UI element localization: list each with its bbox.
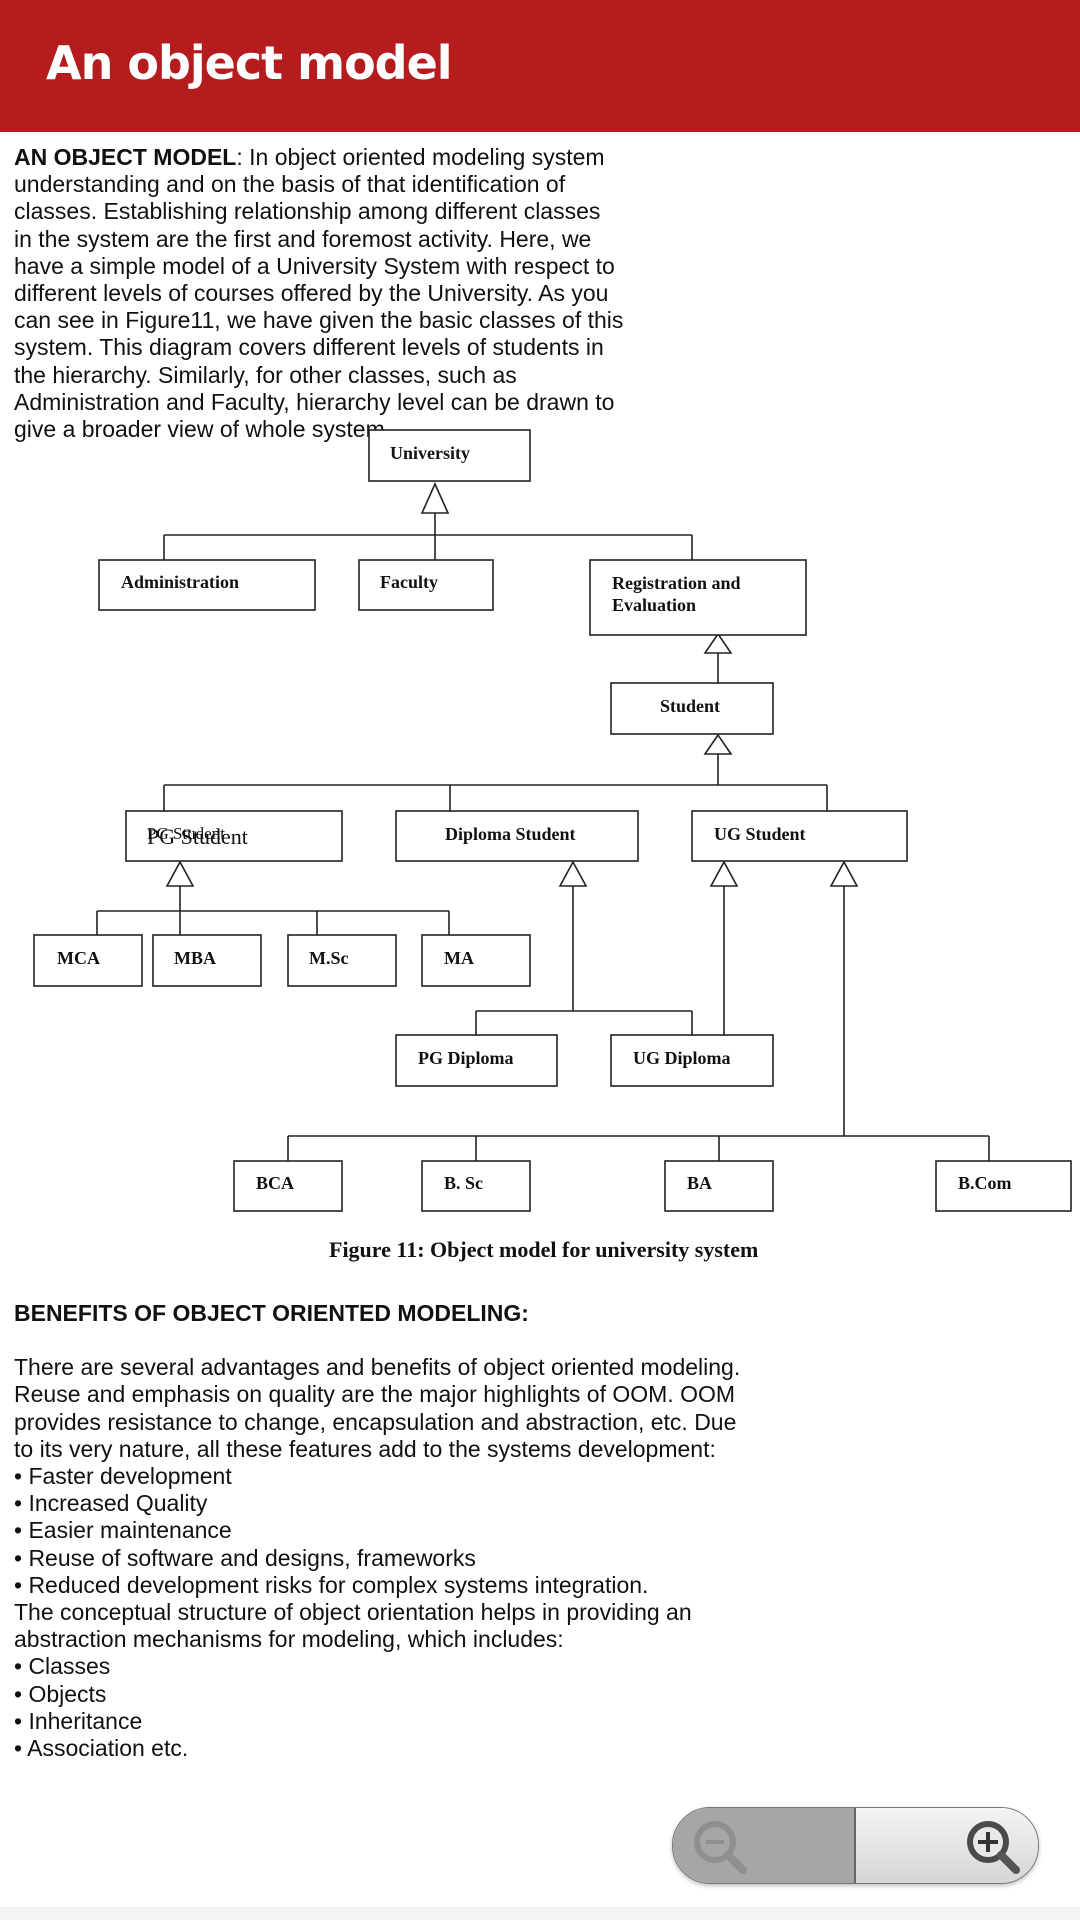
list-item: • Association etc. [14, 1735, 189, 1762]
zoom-in-button[interactable] [856, 1808, 1038, 1883]
label-administration: Administration [121, 572, 239, 592]
node-ma [421, 934, 531, 987]
label-faculty: Faculty [380, 572, 438, 592]
list-item: • Classes [14, 1653, 111, 1680]
generalization-arrow [703, 733, 733, 755]
generalization-arrow [829, 860, 859, 887]
list-item: • Reuse of software and designs, framewo… [14, 1544, 476, 1571]
figure-caption: Figure 11: Object model for university s… [329, 1237, 758, 1262]
label-university: University [390, 443, 470, 463]
zoom-in-icon [967, 1821, 1020, 1874]
generalization-arrow [165, 860, 195, 887]
generalization-arrow [703, 632, 733, 654]
label-registration-line1: Registration and [612, 573, 741, 593]
label-pg-student: PG Student [147, 824, 248, 849]
generalization-arrow [709, 860, 739, 887]
list-item: • Reduced development risks for complex … [14, 1571, 649, 1598]
label-ug-student: UG Student [714, 824, 806, 844]
node-ba [664, 1160, 774, 1212]
benefits-section: BENEFITS OF OBJECT ORIENTED MODELING: Th… [14, 1300, 1064, 1762]
label-registration-line2: Evaluation [612, 595, 696, 615]
zoom-control [672, 1807, 1039, 1884]
benefits-list: • Faster development • Increased Quality… [14, 1463, 1064, 1599]
label-ma: MA [444, 948, 474, 968]
intro-text: : In object oriented modeling system und… [14, 144, 624, 443]
list-item: • Objects [14, 1680, 107, 1707]
label-mba: MBA [174, 948, 216, 968]
abstraction-paragraph: The conceptual structure of object orien… [14, 1599, 692, 1653]
list-item: • Easier maintenance [14, 1517, 232, 1544]
generalization-arrow [558, 860, 588, 887]
label-bcom: B.Com [958, 1173, 1012, 1193]
intro-paragraph: AN OBJECT MODEL: In object oriented mode… [14, 144, 624, 443]
benefits-heading: BENEFITS OF OBJECT ORIENTED MODELING: [14, 1300, 529, 1326]
page-title: An object model [46, 36, 453, 90]
label-bca: BCA [256, 1173, 294, 1193]
app-header: An object model [0, 0, 1080, 132]
label-diploma-student: Diploma Student [445, 824, 576, 844]
list-item: • Inheritance [14, 1707, 143, 1734]
zoom-out-button[interactable] [673, 1808, 856, 1883]
object-model-diagram: University Administration Faculty Regist… [0, 400, 1080, 1280]
abstraction-list: • Classes • Objects • Inheritance • Asso… [14, 1653, 1064, 1762]
label-student: Student [660, 696, 720, 716]
intro-label: AN OBJECT MODEL [14, 144, 237, 170]
bottom-bar [0, 1907, 1080, 1920]
benefits-paragraph: There are several advantages and benefit… [14, 1354, 741, 1462]
zoom-out-icon [694, 1821, 747, 1874]
label-mca: MCA [57, 948, 100, 968]
label-pg-diploma: PG Diploma [418, 1048, 514, 1068]
diagram-svg: University Administration Faculty Regist… [33, 429, 1072, 1262]
label-msc: M.Sc [309, 948, 349, 968]
label-ug-diploma: UG Diploma [633, 1048, 731, 1068]
intro-section: AN OBJECT MODEL: In object oriented mode… [14, 144, 1064, 443]
class-boxes [33, 429, 1072, 1212]
list-item: • Faster development [14, 1463, 232, 1490]
label-ba: BA [687, 1173, 712, 1193]
list-item: • Increased Quality [14, 1490, 208, 1517]
generalization-arrow [420, 482, 450, 514]
label-bsc: B. Sc [444, 1173, 483, 1193]
